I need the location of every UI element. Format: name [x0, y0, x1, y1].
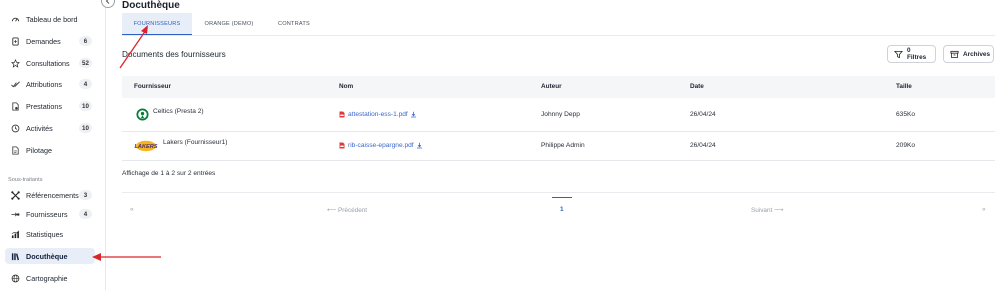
previous-page-button[interactable]: ⟵ Précédent: [327, 206, 367, 214]
network-icon: [10, 190, 20, 200]
archive-box-icon: [950, 50, 963, 59]
previous-label: Précédent: [337, 207, 368, 214]
page-1-button[interactable]: 1: [560, 206, 564, 213]
bar-chart-icon: [10, 229, 20, 239]
sidebar-item-attributions[interactable]: Attributions 4: [5, 76, 95, 92]
count-badge: 6: [79, 36, 92, 46]
count-badge: 3: [79, 190, 92, 200]
column-header-nom[interactable]: Nom: [339, 83, 353, 90]
date: 26/04/24: [690, 142, 716, 149]
table-summary: Affichage de 1 à 2 sur 2 entrées: [122, 170, 216, 177]
tab-contrats[interactable]: CONTRATS: [266, 13, 322, 35]
last-page-button[interactable]: »: [982, 206, 986, 213]
sidebar-item-pilotage[interactable]: Pilotage: [5, 142, 95, 158]
pdf-icon: [339, 111, 348, 118]
row-divider: [122, 160, 995, 161]
sidebar-item-label: Consultations: [26, 58, 70, 68]
sidebar-item-statistiques[interactable]: Statistiques: [5, 226, 95, 242]
sidebar: Tableau de bord Demandes 6 Consultations…: [0, 0, 106, 290]
sidebar-item-label: Tableau de bord: [26, 14, 78, 24]
supplier-name: Lakers (Fournisseur1): [163, 139, 228, 146]
sidebar-item-fournisseurs[interactable]: Fournisseurs 4: [5, 206, 95, 222]
section-title: Documents des fournisseurs: [122, 50, 226, 59]
filters-button[interactable]: 0 Filtres: [887, 45, 936, 63]
file-name: rib-caisse-epargne.pdf: [348, 142, 414, 149]
sidebar-item-activites[interactable]: Activités 10: [5, 120, 95, 136]
first-page-button[interactable]: «: [130, 206, 134, 213]
row-divider: [122, 131, 995, 132]
sidebar-item-label: Référencements: [26, 190, 79, 200]
star-icon: [10, 58, 20, 68]
globe-icon: [10, 273, 20, 283]
sidebar-item-label: Docuthèque: [26, 251, 68, 261]
service-file-icon: [10, 101, 20, 111]
archives-label: Archives: [963, 50, 990, 58]
sidebar-item-label: Pilotage: [26, 145, 52, 155]
date: 26/04/24: [690, 111, 716, 118]
sidebar-item-label: Fournisseurs: [26, 209, 68, 219]
chevron-left-icon: [104, 0, 112, 5]
count-badge: 52: [79, 58, 92, 68]
archives-button[interactable]: Archives: [943, 45, 994, 63]
lakers-logo: LAKERS: [135, 140, 158, 152]
filter-funnel-icon: [894, 50, 907, 59]
section-label-sous-traitants: Sous-traitants: [8, 177, 43, 183]
sidebar-item-demandes[interactable]: Demandes 6: [5, 33, 95, 49]
pagination-divider: [122, 192, 995, 193]
pdf-icon: [339, 142, 348, 149]
tab-orange-demo[interactable]: ORANGE (DEMO): [192, 13, 266, 35]
file-name: attestation-ess-1.pdf: [348, 111, 408, 118]
dashboard-gauge-icon: [10, 14, 20, 24]
file-link[interactable]: rib-caisse-epargne.pdf: [339, 142, 423, 149]
pilot-document-icon: [10, 145, 20, 155]
sidebar-item-label: Attributions: [26, 79, 62, 89]
sidebar-item-tableau-de-bord[interactable]: Tableau de bord: [5, 11, 95, 27]
arrow-left-icon: ⟵: [327, 207, 337, 214]
column-header-taille[interactable]: Taille: [896, 83, 912, 90]
celtics-logo: [136, 108, 149, 121]
library-books-icon: [10, 251, 20, 261]
supplier-name: Celtics (Presta 2): [153, 108, 204, 115]
size: 635Ko: [896, 111, 916, 118]
author: Johnny Depp: [541, 111, 580, 118]
sidebar-item-referencements[interactable]: Référencements 3: [5, 187, 95, 203]
checks-icon: [10, 79, 20, 89]
next-label: Suivant: [751, 207, 773, 214]
sidebar-item-docutheque[interactable]: Docuthèque: [5, 248, 95, 264]
tabs-divider: [122, 35, 995, 36]
supplier-link-icon: [10, 209, 20, 219]
tab-bar: FOURNISSEURS ORANGE (DEMO) CONTRATS: [122, 13, 322, 35]
column-header-fournisseur[interactable]: Fournisseur: [134, 83, 171, 90]
clock-icon: [10, 123, 20, 133]
current-page-indicator: [552, 197, 572, 198]
svg-text:LAKERS: LAKERS: [135, 144, 158, 150]
sidebar-item-consultations[interactable]: Consultations 52: [5, 55, 95, 71]
download-icon[interactable]: [414, 142, 423, 149]
author: Philippe Admin: [541, 142, 585, 149]
sidebar-item-label: Demandes: [26, 36, 61, 46]
download-icon[interactable]: [408, 111, 417, 118]
sidebar-item-label: Activités: [26, 123, 53, 133]
sidebar-item-label: Statistiques: [26, 229, 64, 239]
tab-fournisseurs[interactable]: FOURNISSEURS: [122, 13, 192, 35]
count-badge: 4: [79, 79, 92, 89]
filters-label: 0 Filtres: [907, 47, 927, 61]
sidebar-item-label: Prestations: [26, 101, 62, 111]
sidebar-item-label: Cartographie: [26, 273, 68, 283]
next-page-button[interactable]: Suivant ⟶: [751, 206, 783, 214]
column-header-auteur[interactable]: Auteur: [541, 83, 562, 90]
size: 209Ko: [896, 142, 916, 149]
collapse-sidebar-button[interactable]: [101, 0, 115, 8]
count-badge: 10: [79, 123, 92, 133]
sidebar-item-prestations[interactable]: Prestations 10: [5, 98, 95, 114]
count-badge: 10: [79, 101, 92, 111]
count-badge: 4: [79, 209, 92, 219]
page-title: Docuthèque: [122, 0, 180, 11]
sidebar-item-cartographie[interactable]: Cartographie: [5, 270, 95, 286]
document-request-icon: [10, 36, 20, 46]
column-header-date[interactable]: Date: [690, 83, 704, 90]
file-link[interactable]: attestation-ess-1.pdf: [339, 111, 417, 118]
arrow-right-icon: ⟶: [774, 207, 784, 214]
